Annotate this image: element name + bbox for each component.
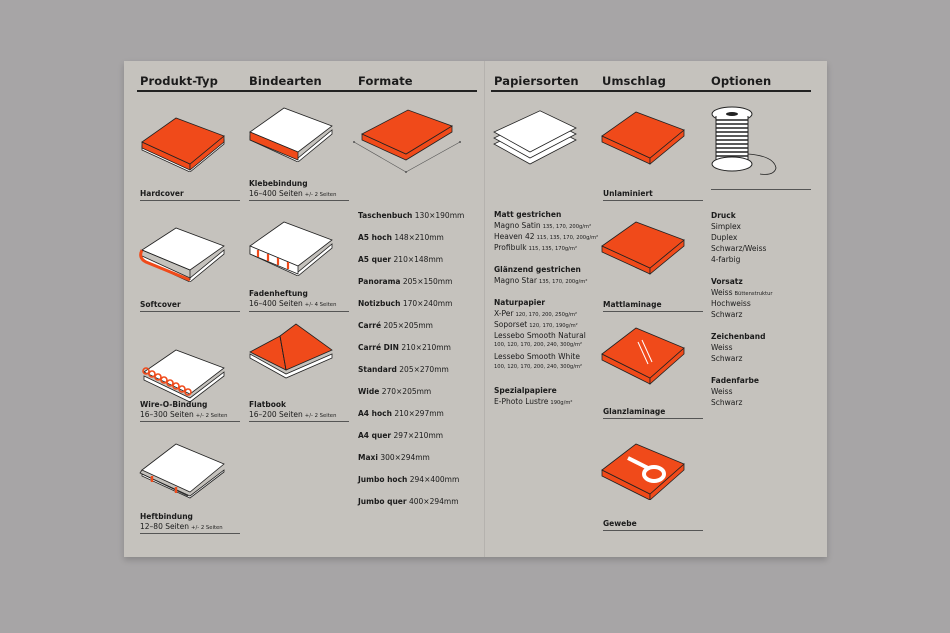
header-produkt-typ: Produkt-Typ <box>140 74 218 88</box>
flatbook-open-book-icon <box>249 323 333 379</box>
fadenheftung-book-icon <box>249 221 333 276</box>
format-item: Wide 270×205mm <box>358 387 432 396</box>
produkt-hardcover-rule <box>140 200 240 201</box>
format-item: Taschenbuch 130×190mm <box>358 211 465 220</box>
umschlag-unlaminiert-rule <box>603 200 703 201</box>
format-item: A5 hoch 148×210mm <box>358 233 444 242</box>
header-umschlag: Umschlag <box>602 74 666 88</box>
produkt-hardcover-label: Hardcover <box>140 189 184 198</box>
format-item: Maxi 300×294mm <box>358 453 430 462</box>
umschlag-unlaminiert-icon <box>601 111 685 165</box>
option-item: Schwarz/Weiss <box>711 244 767 253</box>
format-item: A5 quer 210×148mm <box>358 255 444 264</box>
header-rule-right <box>491 90 811 92</box>
paper-stack-icon <box>493 110 577 165</box>
produkt-softcover-rule <box>140 311 240 312</box>
option-item: Schwarz <box>711 310 743 319</box>
bindung-fadenheftung-label: Fadenheftung <box>249 289 308 298</box>
option-item: Schwarz <box>711 354 743 363</box>
format-item: Jumbo hoch 294×400mm <box>358 475 460 484</box>
option-item: Hochweiss <box>711 299 751 308</box>
header-bindearten: Bindearten <box>249 74 322 88</box>
umschlag-mattlaminage-rule <box>603 311 703 312</box>
produkt-wireo-label: Wire-O-Bindung <box>140 400 208 409</box>
format-dimensions-book-icon <box>353 109 461 173</box>
paper-item: Heaven 42 115, 135, 170, 200g/m² <box>494 232 599 241</box>
bindung-klebebindung-rule <box>249 200 349 201</box>
produkt-heftbindung-rule <box>140 533 240 534</box>
umschlag-gewebe-label: Gewebe <box>603 519 637 528</box>
paper-item-weights: 100, 120, 170, 200, 240, 300g/m² <box>494 342 583 348</box>
option-group-heading: Fadenfarbe <box>711 376 760 385</box>
umschlag-glanzlaminage-label: Glanzlaminage <box>603 407 666 416</box>
paper-item: Lessebo Smooth Natural <box>494 331 586 340</box>
paper-item: Lessebo Smooth White <box>494 352 580 361</box>
produkt-wireo-rule <box>140 421 240 422</box>
option-item: Duplex <box>711 233 738 242</box>
header-formate: Formate <box>358 74 413 88</box>
paper-group-heading: Matt gestrichen <box>494 210 562 219</box>
format-item: Panorama 205×150mm <box>358 277 453 286</box>
umschlag-gewebe-rule <box>603 530 703 531</box>
header-optionen: Optionen <box>711 74 772 88</box>
bindung-flatbook-range: 16–200 Seiten +/- 2 Seiten <box>249 410 337 419</box>
format-item: Carré 205×205mm <box>358 321 433 330</box>
paper-item: X-Per 120, 170, 200, 250g/m² <box>494 309 578 318</box>
option-group-heading: Zeichenband <box>711 332 766 341</box>
produkt-heftbindung-range: 12–80 Seiten +/- 2 Seiten <box>140 522 223 531</box>
paper-item: E-Photo Lustre 190g/m² <box>494 397 573 406</box>
paper-group-heading: Glänzend gestrichen <box>494 265 581 274</box>
umschlag-mattlaminage-icon <box>601 221 685 275</box>
paper-item: Soporset 120, 170, 190g/m² <box>494 320 578 329</box>
option-group-heading: Vorsatz <box>711 277 743 286</box>
format-item: A4 hoch 210×297mm <box>358 409 444 418</box>
format-item: Standard 205×270mm <box>358 365 449 374</box>
bindung-fadenheftung-rule <box>249 311 349 312</box>
bindung-flatbook-rule <box>249 421 349 422</box>
produkt-wireo-range: 16–300 Seiten +/- 2 Seiten <box>140 410 228 419</box>
produkt-heftbindung-label: Heftbindung <box>140 512 193 521</box>
paper-item: Magno Satin 135, 170, 200g/m² <box>494 221 592 230</box>
spread-gutter <box>484 61 485 557</box>
paper-item: Profibulk 115, 135, 170g/m² <box>494 243 578 252</box>
optionen-rule <box>711 189 811 190</box>
bindung-klebebindung-range: 16–400 Seiten +/- 2 Seiten <box>249 189 337 198</box>
header-rule-left <box>137 90 477 92</box>
option-item: 4-farbig <box>711 255 741 264</box>
header-papiersorten: Papiersorten <box>494 74 579 88</box>
bindung-fadenheftung-range: 16–400 Seiten +/- 4 Seiten <box>249 299 337 308</box>
umschlag-mattlaminage-label: Mattlaminage <box>603 300 662 309</box>
format-item: Notizbuch 170×240mm <box>358 299 453 308</box>
umschlag-glanzlaminage-rule <box>603 418 703 419</box>
umschlag-gewebe-icon <box>601 443 685 500</box>
hardcover-book-icon <box>141 117 225 172</box>
bindung-flatbook-label: Flatbook <box>249 400 287 409</box>
paper-item-weights: 100, 120, 170, 200, 240, 300g/m² <box>494 364 583 370</box>
klebebindung-book-icon <box>249 107 333 162</box>
paper-group-heading: Naturpapier <box>494 298 546 307</box>
softcover-book-icon <box>139 227 225 282</box>
format-item: Carré DIN 210×210mm <box>358 343 451 352</box>
wire-o-book-icon <box>142 349 225 403</box>
produkt-softcover-label: Softcover <box>140 300 181 309</box>
option-item: Weiss Büttenstruktur <box>711 288 773 297</box>
option-item: Schwarz <box>711 398 743 407</box>
thread-spool-icon <box>711 106 777 175</box>
format-item: A4 quer 297×210mm <box>358 431 444 440</box>
option-item: Weiss <box>711 387 733 396</box>
option-item: Simplex <box>711 222 741 231</box>
paper-group-heading: Spezialpapiere <box>494 386 557 395</box>
bindung-klebebindung-label: Klebebindung <box>249 179 308 188</box>
umschlag-glanzlaminage-icon <box>601 327 685 385</box>
option-group-heading: Druck <box>711 211 736 220</box>
format-item: Jumbo quer 400×294mm <box>358 497 459 506</box>
umschlag-unlaminiert-label: Unlaminiert <box>603 189 653 198</box>
heftbindung-booklet-icon <box>139 443 225 499</box>
option-item: Weiss <box>711 343 733 352</box>
paper-item: Magno Star 135, 170, 200g/m² <box>494 276 588 285</box>
